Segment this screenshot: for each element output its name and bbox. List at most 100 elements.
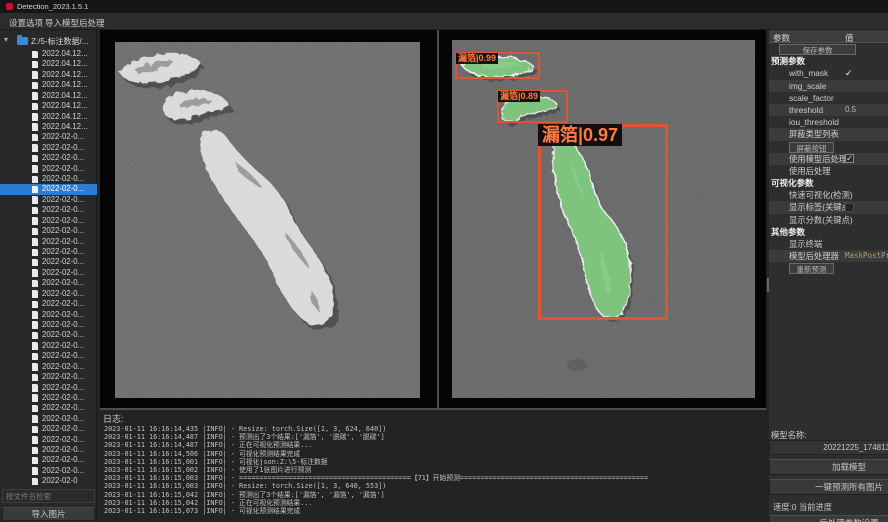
tree-item[interactable]: 2022.04.12...: [0, 80, 97, 90]
tree-item[interactable]: 2022-02-0...: [0, 466, 97, 476]
tree-item[interactable]: 2022-02-0...: [0, 226, 97, 236]
tree-item[interactable]: 2022-02-0...: [0, 174, 97, 184]
tree-item[interactable]: 2022-02-0...: [0, 341, 97, 351]
tree-item-label: 2022-02-0...: [42, 216, 84, 226]
file-icon: [32, 196, 38, 204]
log-line: 2023-01-11 16:16:15,042 |INFO| - 预测出了3个结…: [104, 491, 766, 499]
tree-item[interactable]: 2022-02-0...: [0, 268, 97, 278]
file-icon: [32, 51, 38, 59]
tree-item-label: 2022-02-0...: [42, 289, 84, 299]
param-row: 使用后处理: [769, 165, 888, 177]
tree-item[interactable]: 2022-02-0...: [0, 372, 97, 382]
tree-item[interactable]: 2022-02-0...: [0, 143, 97, 153]
param-row: 显示分数(关键点): [769, 214, 888, 226]
tree-item-label: 2022-02-0...: [42, 414, 84, 424]
tree-item[interactable]: 2022-02-0...: [0, 393, 97, 403]
tree-item[interactable]: 2022-02-0...: [0, 216, 97, 226]
chevron-down-icon[interactable]: ▾: [4, 35, 8, 44]
postprocess-params-button[interactable]: 后处理参数设置: [769, 515, 888, 522]
file-icon: [32, 144, 38, 152]
tree-item[interactable]: 2022-02-0...: [0, 153, 97, 163]
tree-item[interactable]: 2022.04.12...: [0, 59, 97, 69]
log-panel[interactable]: 日志: 2023-01-11 16:16:14,435 |INFO| - Res…: [100, 410, 766, 522]
param-value[interactable]: ✓: [845, 153, 854, 166]
param-button[interactable]: 屏蔽按钮: [789, 142, 834, 153]
tree-item-label: 2022.04.12...: [42, 122, 88, 132]
tree-item-label: 2022-02-0...: [42, 132, 84, 142]
param-label: scale_factor: [789, 92, 834, 104]
tree-item[interactable]: 2022-02-0...: [0, 383, 97, 393]
tree-item-label: 2022-02-0...: [42, 299, 84, 309]
tree-item[interactable]: 2022-02-0...: [0, 320, 97, 330]
tree-item[interactable]: 2022.04.12...: [0, 49, 97, 59]
tree-item[interactable]: 2022-02-0...: [0, 237, 97, 247]
tree-item-label: 2022-02-0...: [42, 424, 84, 434]
log-line: 2023-01-11 16:16:15,073 |INFO| - 可视化预测结果…: [104, 507, 766, 515]
original-image-panel[interactable]: [100, 30, 437, 408]
menu-item-import-postprocess[interactable]: 导入模型后处理: [42, 16, 108, 30]
param-label: iou_threshold: [789, 116, 839, 128]
tree-item[interactable]: 2022-02-0...: [0, 195, 97, 205]
predict-all-button[interactable]: 一键预测所有图片: [769, 479, 888, 495]
tree-item[interactable]: 2022-02-0...: [0, 414, 97, 424]
tree-item-label: 2022-02-0...: [42, 310, 84, 320]
param-row: 快速可视化(检测): [769, 189, 888, 201]
tree-item[interactable]: 2022.04.12...: [0, 70, 97, 80]
tree-item[interactable]: 2022-02-0...: [0, 445, 97, 455]
tree-item[interactable]: 2022-02-0: [0, 476, 97, 486]
tree-item[interactable]: 2022-02-0...: [0, 132, 97, 142]
parameters-panel: 参数 值 保存参数预测参数with_mask✓img_scalescale_fa…: [769, 30, 888, 522]
param-label: 模型后处理器: [789, 250, 839, 262]
tree-item[interactable]: 2022-02-0...: [0, 164, 97, 174]
file-icon: [32, 447, 38, 455]
speed-progress-text: 速度:0 当前进度: [773, 501, 832, 513]
tree-item[interactable]: 2022-02-0...: [0, 435, 97, 445]
tree-item[interactable]: 2022-02-0...: [0, 351, 97, 361]
param-label: threshold: [789, 104, 823, 116]
param-label: 显示标签(关键点): [789, 201, 853, 213]
tree-item[interactable]: 2022-02-0...: [0, 455, 97, 465]
tree-item[interactable]: 2022-02-0...: [0, 362, 97, 372]
file-icon: [32, 342, 38, 350]
tree-item[interactable]: 2022-02-0...: [0, 257, 97, 267]
tree-item[interactable]: 2022.04.12...: [0, 112, 97, 122]
log-line: 2023-01-11 16:16:14,506 |INFO| - 可视化预测结果…: [104, 450, 766, 458]
search-input[interactable]: [2, 489, 95, 503]
checkbox-empty-icon[interactable]: [845, 203, 854, 212]
tree-item-label: 2022-02-0...: [42, 257, 84, 267]
param-value[interactable]: ✓: [845, 67, 853, 79]
menu-item-settings[interactable]: 设置选项: [6, 16, 46, 30]
tree-item[interactable]: 2022-02-0...: [0, 299, 97, 309]
prediction-image-panel[interactable]: 漏箔|0.99 漏箔|0.89 漏箔|0.97: [439, 30, 766, 408]
file-icon: [32, 113, 38, 121]
tree-item[interactable]: 2022-02-0...: [0, 330, 97, 340]
tree-item[interactable]: 2022-02-0...: [0, 403, 97, 413]
tree-item[interactable]: 2022-02-0...: [0, 310, 97, 320]
tree-item[interactable]: 2022.04.12...: [0, 101, 97, 111]
tree-item[interactable]: 2022-02-0...: [0, 289, 97, 299]
app-logo-icon: [6, 3, 13, 10]
tree-item[interactable]: 2022-02-0...: [0, 424, 97, 434]
tree-item[interactable]: 2022-02-0...: [0, 278, 97, 288]
tree-root-folder[interactable]: ▾ Z:/5-标注数据/...: [0, 35, 97, 47]
tree-item-label: 2022.04.12...: [42, 112, 88, 122]
tree-item[interactable]: 2022-02-0...: [0, 205, 97, 215]
param-button[interactable]: 保存参数: [779, 44, 856, 55]
tree-item[interactable]: 2022-02-0...: [0, 184, 97, 194]
import-images-button[interactable]: 导入图片: [2, 507, 95, 521]
tree-item-label: 2022-02-0...: [42, 247, 84, 257]
load-model-button[interactable]: 加载模型: [769, 459, 888, 475]
tree-item[interactable]: 2022.04.12...: [0, 122, 97, 132]
tree-item[interactable]: 2022.04.12...: [0, 91, 97, 101]
detection-label: 漏箔|0.89: [498, 91, 540, 102]
param-button[interactable]: 重新预测: [789, 263, 834, 274]
model-name-field[interactable]: 20221225_174813: [769, 440, 888, 455]
tree-item[interactable]: 2022-02-0...: [0, 247, 97, 257]
image-viewer: 漏箔|0.99 漏箔|0.89 漏箔|0.97: [100, 30, 766, 408]
param-label: img_scale: [789, 80, 826, 92]
file-icon: [32, 457, 38, 465]
checkbox-checked-icon[interactable]: ✓: [845, 154, 854, 163]
file-icon: [32, 259, 38, 267]
title-bar: Detection_2023.1.5.1: [0, 0, 888, 13]
file-icon: [32, 321, 38, 329]
